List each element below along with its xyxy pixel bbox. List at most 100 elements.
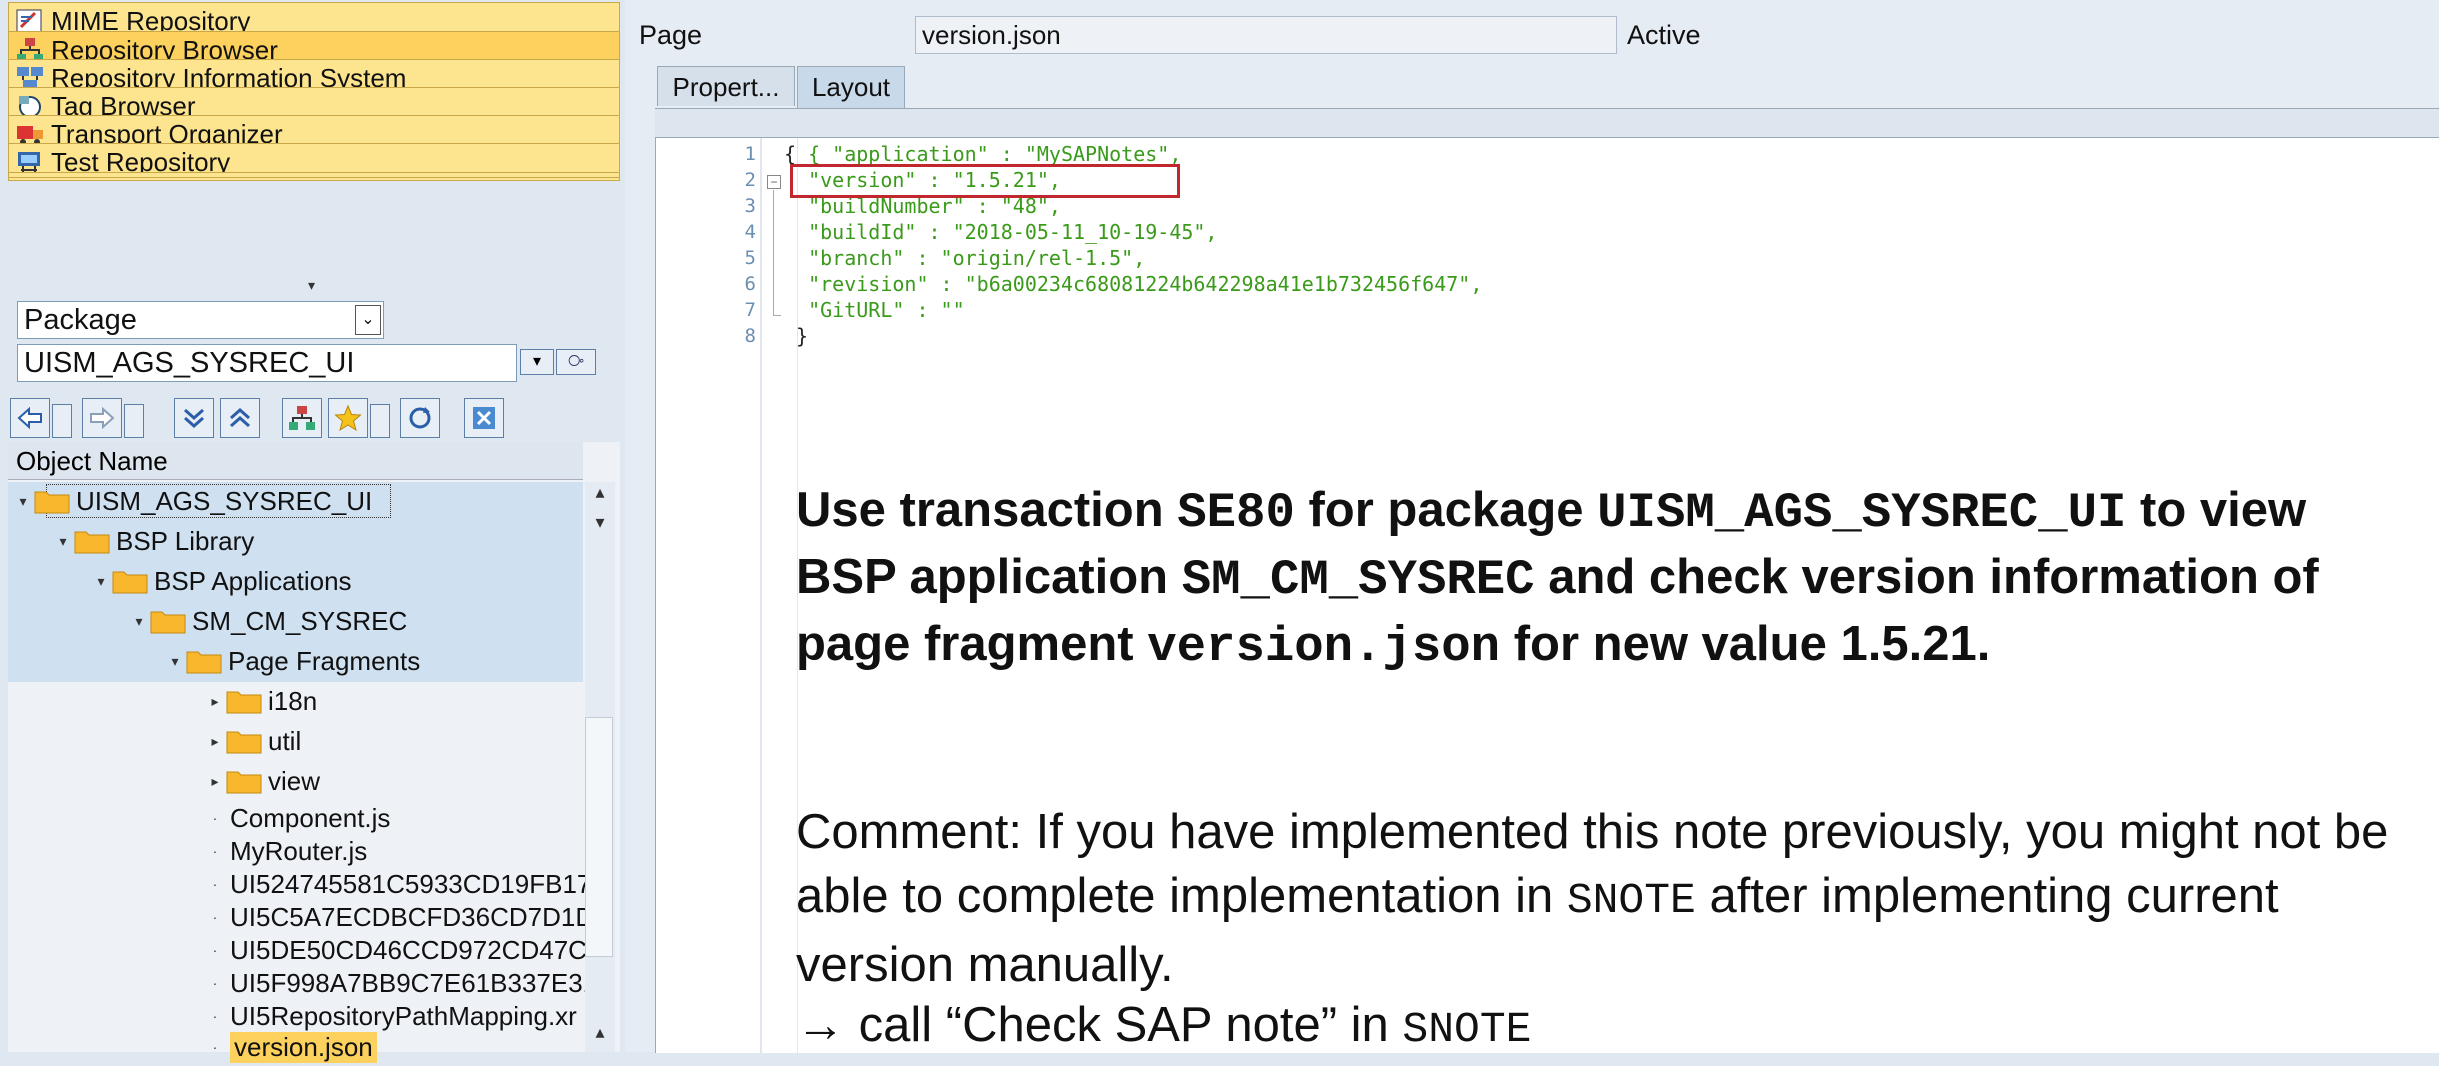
fold-toggle-icon[interactable]: − (767, 175, 781, 189)
back-arrow-icon[interactable] (10, 398, 50, 438)
splitter-handle[interactable]: ▾ (308, 277, 315, 294)
refresh-icon[interactable] (400, 398, 440, 438)
object-tree: Object Name ▾ UISM_AGS_SYSREC_UI ▾ BSP Lib… (8, 442, 620, 1063)
collapse-triangle-icon[interactable]: ▾ (90, 573, 112, 590)
favorites-star-icon[interactable] (328, 398, 368, 438)
tree-node[interactable]: ▾ BSP Library (52, 522, 254, 560)
folder-icon (186, 651, 222, 674)
tab-content-frame (655, 108, 2439, 137)
navigation-pane: MIME Repository Repository Browser Repos… (0, 0, 625, 1063)
forward-arrow-icon[interactable] (82, 398, 122, 438)
leaf-dot-icon: · (212, 1008, 218, 1024)
favorites-dropdown-icon[interactable] (370, 404, 390, 438)
expand-triangle-icon[interactable]: ▸ (204, 733, 226, 750)
code-line: } (784, 324, 809, 348)
tab-layout[interactable]: Layout (797, 66, 905, 108)
tree-node-label: MyRouter.js (230, 835, 368, 866)
tree-node-label: Page Fragments (228, 645, 421, 676)
tree-scrollbar[interactable]: ▴ ▾ ▴ (585, 482, 615, 1052)
comment-code: SNOTE (1566, 876, 1696, 925)
expand-triangle-icon[interactable]: ▸ (204, 773, 226, 790)
leaf-dot-icon: · (212, 975, 218, 991)
tree-node-label: UI524745581C5933CD19FB17 (230, 868, 592, 899)
tree-node-label: UI5C5A7ECDBCFD36CD7D1D/ (230, 901, 602, 932)
page-name-field: version.json (915, 16, 1617, 54)
tree-node[interactable]: ▾ Page Fragments (164, 642, 420, 680)
tree-node-label: view (268, 765, 321, 796)
instruction-code: SM_CM_SYSREC (1181, 552, 1535, 608)
tree-node-label: BSP Library (116, 525, 255, 556)
tree-node[interactable]: ▾ BSP Applications (90, 562, 352, 600)
tree-node-label: version.json (230, 1031, 377, 1063)
scroll-down-icon[interactable]: ▾ (585, 512, 615, 542)
tree-node[interactable]: ▾ SM_CM_SYSREC (128, 602, 407, 640)
fold-line-end (773, 315, 781, 316)
object-name-field[interactable]: UISM_AGS_SYSREC_UI (17, 344, 517, 382)
folder-icon (74, 531, 110, 554)
line-number: 7 (744, 299, 756, 321)
tree-header-label: Object Name (16, 446, 168, 476)
instruction-text: for package (1294, 483, 1598, 537)
tree-node-label: SM_CM_SYSREC (192, 605, 408, 636)
collapse-triangle-icon[interactable]: ▾ (128, 613, 150, 630)
code-editor[interactable]: 1 2 3 4 5 6 7 8 − { { "application" : "M… (655, 137, 2439, 1054)
line-number: 4 (744, 221, 756, 243)
object-type-value: Package (24, 304, 137, 336)
tab-properties[interactable]: Propert... (657, 66, 795, 106)
tree-node[interactable]: ▸ view (204, 762, 320, 800)
expand-all-icon[interactable] (174, 398, 214, 438)
collapse-triangle-icon[interactable]: ▾ (164, 653, 186, 670)
folder-icon (226, 731, 262, 754)
tree-node[interactable]: ▸ i18n (204, 682, 317, 720)
highlight-box (790, 164, 1180, 198)
instruction-code: version.json (1147, 619, 1501, 675)
tree-node[interactable]: ▸ util (204, 722, 301, 760)
instruction-text: for new value 1.5.21. (1500, 617, 1991, 671)
leaf-dot-icon: · (212, 909, 218, 925)
collapse-all-icon[interactable] (220, 398, 260, 438)
collapse-triangle-icon[interactable]: ▾ (12, 493, 34, 510)
code-line: { { "application" : "MySAPNotes", (784, 142, 1182, 166)
editor-area: Page version.json Active Propert... Layo… (625, 0, 2439, 1054)
page-status: Active (1627, 20, 1701, 50)
tree-node-label: UI5F998A7BB9C7E61B337E31 (230, 967, 598, 998)
leaf-dot-icon: · (212, 942, 218, 958)
instruction-text: Use transaction (796, 483, 1178, 537)
line-number: 6 (744, 273, 756, 295)
action-code: SNOTE (1402, 1005, 1532, 1054)
tree-column-header: Object Name (8, 442, 583, 480)
folder-icon (150, 611, 186, 634)
comment-paragraph: Comment: If you have implemented this no… (796, 800, 2416, 997)
code-line: "GitURL" : "" (784, 298, 965, 322)
scroll-thumb[interactable] (585, 717, 613, 957)
instruction-code: UISM_AGS_SYSREC_UI (1597, 485, 2127, 541)
tree-node-selected[interactable]: · version.json (204, 1028, 377, 1066)
tree-node-label: BSP Applications (154, 565, 352, 596)
instruction-paragraph: Use transaction SE80 for package UISM_AG… (796, 478, 2416, 679)
object-type-dropdown[interactable]: Package ⌄ (17, 301, 384, 339)
scroll-up-icon[interactable]: ▴ (585, 482, 615, 512)
chevron-down-icon[interactable]: ⌄ (355, 305, 381, 335)
folder-icon (112, 571, 148, 594)
close-icon[interactable] (464, 398, 504, 438)
object-name-value: UISM_AGS_SYSREC_UI (24, 347, 355, 379)
value-help-dropdown-icon[interactable]: ▾ (520, 349, 554, 375)
scroll-up-icon[interactable]: ▴ (585, 1022, 615, 1052)
code-text: { "application" : "MySAPNotes", (808, 142, 1182, 166)
hierarchy-structure-icon[interactable] (282, 398, 322, 438)
leaf-dot-icon: · (212, 1039, 218, 1055)
display-glasses-icon[interactable]: ⧂ (556, 349, 596, 375)
tree-node[interactable]: ▾ UISM_AGS_SYSREC_UI (12, 482, 372, 520)
leaf-dot-icon: · (212, 810, 218, 826)
collapse-triangle-icon[interactable]: ▾ (52, 533, 74, 550)
back-dropdown-icon[interactable] (52, 404, 72, 438)
tree-node-label: Component.js (230, 802, 391, 833)
tree-node-label: UISM_AGS_SYSREC_UI (76, 485, 373, 516)
action-text: → call “Check SAP note” in (796, 998, 1403, 1052)
fold-line (773, 190, 774, 315)
folder-icon (34, 491, 70, 514)
expand-triangle-icon[interactable]: ▸ (204, 693, 226, 710)
code-line: "branch" : "origin/rel-1.5", (784, 246, 1146, 270)
line-number: 3 (744, 195, 756, 217)
forward-dropdown-icon[interactable] (124, 404, 144, 438)
